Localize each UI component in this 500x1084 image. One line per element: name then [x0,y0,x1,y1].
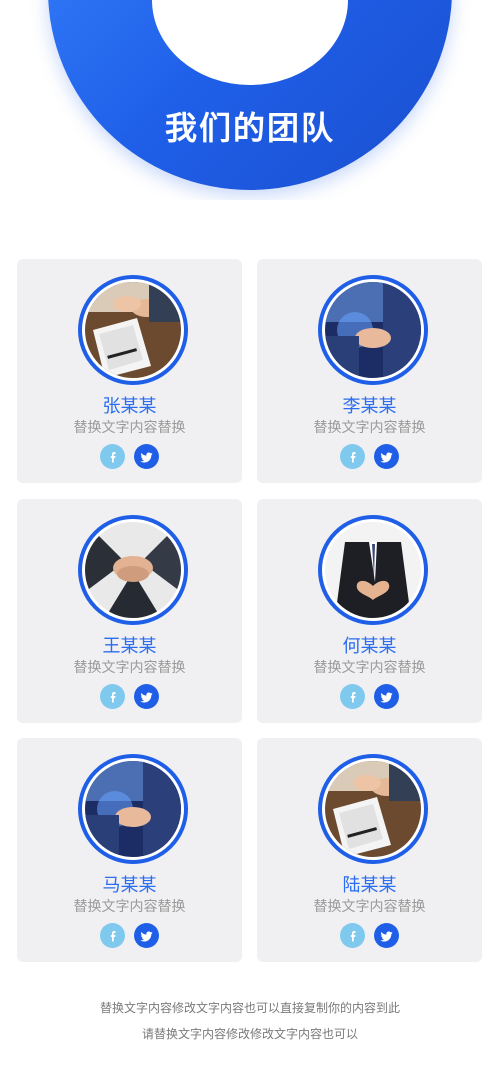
member-name: 陆某某 [342,875,397,896]
twitter-icon [379,931,392,941]
twitter-button[interactable] [134,923,159,948]
member-role: 替换文字内容替换 [73,899,186,915]
facebook-icon [110,451,115,462]
facebook-button[interactable] [100,923,125,948]
team-card: 何某某 替换文字内容替换 [257,499,482,723]
team-card: 马某某 替换文字内容替换 [17,738,242,962]
footer-line-2: 请替换文字内容修改修改文字内容也可以 [141,1027,358,1041]
twitter-button[interactable] [374,444,399,469]
avatar [318,515,428,625]
member-name: 李某某 [342,396,397,417]
heart-hands-icon [325,522,421,618]
twitter-icon [139,692,152,702]
member-name: 马某某 [102,875,157,896]
facebook-icon [110,691,115,702]
member-role: 替换文字内容替换 [313,899,426,915]
member-role: 替换文字内容替换 [313,420,426,436]
facebook-icon [350,930,355,941]
team-card: 陆某某 替换文字内容替换 [257,738,482,962]
stacked-hands-icon [85,522,181,618]
twitter-button[interactable] [374,923,399,948]
handshake-icon [325,282,421,378]
member-name: 何某某 [342,636,397,657]
handshake-icon [85,761,181,857]
handshake-icon [325,761,421,857]
footer-text: 替换文字内容修改文字内容也可以直接复制你的内容到此 请替换文字内容修改修改文字内… [0,995,500,1047]
header: 我们的团队 [0,0,500,200]
twitter-icon [139,931,152,941]
member-role: 替换文字内容替换 [313,660,426,676]
member-name: 张某某 [102,396,157,417]
team-card: 李某某 替换文字内容替换 [257,259,482,483]
facebook-button[interactable] [100,684,125,709]
facebook-icon [110,930,115,941]
avatar [78,754,188,864]
team-card: 张某某 替换文字内容替换 [17,259,242,483]
twitter-button[interactable] [134,444,159,469]
facebook-button[interactable] [340,923,365,948]
facebook-button[interactable] [340,684,365,709]
page-title: 我们的团队 [164,109,335,147]
member-role: 替换文字内容替换 [73,420,186,436]
twitter-button[interactable] [134,684,159,709]
footer-line-1: 替换文字内容修改文字内容也可以直接复制你的内容到此 [99,1001,400,1015]
twitter-icon [379,692,392,702]
twitter-icon [379,452,392,462]
avatar [318,754,428,864]
facebook-icon [350,691,355,702]
twitter-icon [139,452,152,462]
member-name: 王某某 [102,636,157,657]
avatar [78,275,188,385]
member-role: 替换文字内容替换 [73,660,186,676]
handshake-icon [85,282,181,378]
avatar [318,275,428,385]
team-card: 王某某 替换文字内容替换 [17,499,242,723]
facebook-button[interactable] [100,444,125,469]
facebook-button[interactable] [340,444,365,469]
twitter-button[interactable] [374,684,399,709]
avatar [78,515,188,625]
facebook-icon [350,451,355,462]
